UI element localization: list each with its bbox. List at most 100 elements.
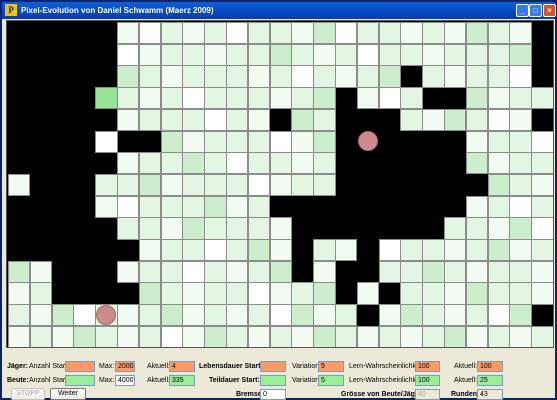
stopp-button[interactable]: STOPP [11, 388, 45, 400]
board-cell [531, 260, 553, 283]
board-cell [269, 217, 292, 240]
board-cell [160, 87, 183, 110]
board-cell [8, 260, 31, 283]
board-cell [29, 282, 53, 305]
board-cell [182, 217, 205, 240]
board-cell [378, 325, 401, 347]
board-cell [160, 282, 183, 305]
board-cell [204, 43, 227, 66]
board-cell [226, 325, 249, 347]
lebensdauer-variation-field[interactable]: 5 [318, 361, 344, 372]
board-cell [226, 173, 249, 197]
teildauer-start-field[interactable] [260, 375, 286, 386]
board-cell [531, 152, 553, 175]
lebensdauer-variation-label: Variation: [292, 363, 322, 370]
board-cell [356, 87, 380, 110]
jaeger-aktuell-field: 4 [169, 361, 195, 372]
board-cell [95, 173, 118, 197]
board-cell [160, 43, 183, 66]
close-button[interactable]: × [543, 4, 556, 17]
board-cell [531, 239, 553, 262]
jaeger-aktuell-label: Aktuell: [147, 363, 170, 370]
board-cell [400, 282, 423, 305]
board-cell [487, 108, 510, 132]
beute-max-field[interactable]: 4000 [115, 375, 135, 386]
board-cell [509, 43, 532, 66]
board-cell [531, 217, 553, 240]
board-cell [378, 43, 401, 66]
lebensdauer-lern-field[interactable]: 100 [415, 361, 440, 372]
board-cell [138, 195, 162, 218]
board-cell [291, 43, 314, 66]
lebensdauer-start-field[interactable] [260, 361, 286, 372]
board-cell [509, 217, 532, 240]
board-cell [247, 282, 271, 305]
board-cell [291, 304, 314, 327]
bremse-field[interactable]: 0 [260, 389, 286, 400]
beute-anzahl-start-field[interactable] [65, 375, 95, 386]
weiter-button[interactable]: Weiter [50, 388, 86, 400]
board-cell [335, 239, 358, 262]
board-cell [465, 22, 489, 45]
board-cell [487, 282, 510, 305]
board-cell [160, 130, 183, 153]
board-cell [182, 130, 205, 153]
board-cell [8, 282, 31, 305]
jaeger-max-field[interactable]: 2000 [115, 361, 135, 372]
maximize-button[interactable]: □ [529, 4, 542, 17]
board-cell [356, 43, 380, 66]
teildauer-variation-label: Variation: [292, 377, 322, 384]
board-cell [29, 260, 53, 283]
minimize-button[interactable]: _ [516, 4, 529, 17]
board-cell [378, 22, 401, 45]
teildauer-lern-field[interactable]: 100 [415, 375, 440, 386]
board-cell [117, 325, 140, 347]
board-cell [400, 108, 423, 132]
board-cell [182, 239, 205, 262]
board-cell [204, 152, 227, 175]
title-bar[interactable]: P Pixel-Evolution von Daniel Schwamm (Ma… [2, 2, 556, 19]
board-cell [509, 195, 532, 218]
board-cell [444, 217, 467, 240]
board-cell [117, 217, 140, 240]
board-cell [204, 325, 227, 347]
board-cell [313, 304, 336, 327]
board-cell [138, 152, 162, 175]
teildauer-aktuell-field: 25 [477, 375, 503, 386]
board-cell [400, 239, 423, 262]
board-cell [509, 260, 532, 283]
jaeger-anzahl-label: Anzahl Start: [29, 363, 70, 370]
board-cell [444, 325, 467, 347]
board-cell [335, 325, 358, 347]
board-cell [531, 130, 553, 153]
board-cell [138, 260, 162, 283]
board-cell [487, 65, 510, 88]
board-cell [422, 304, 445, 327]
board-cell [465, 43, 489, 66]
board-cell [378, 87, 401, 110]
board-cell [138, 173, 162, 197]
board-cell [465, 217, 489, 240]
board-cell [247, 152, 271, 175]
teildauer-variation-field[interactable]: 5 [318, 375, 344, 386]
board-cell [160, 152, 183, 175]
board-cell [95, 87, 118, 110]
board-cell [117, 108, 140, 132]
board-cell [269, 260, 292, 283]
board-cell [8, 304, 31, 327]
board-cell [269, 43, 292, 66]
board-cell [182, 22, 205, 45]
board-cell [487, 217, 510, 240]
board-cell [117, 173, 140, 197]
board-cell [400, 22, 423, 45]
board-cell [226, 282, 249, 305]
board-cell [400, 325, 423, 347]
board-cell [291, 130, 314, 153]
board-cell [422, 282, 445, 305]
jaeger-anzahl-start-field[interactable] [65, 361, 95, 372]
board-cell [422, 108, 445, 132]
board-cell [465, 239, 489, 262]
lebensdauer-label: Lebensdauer Start: [199, 363, 263, 370]
board-cell [247, 304, 271, 327]
board-cell [226, 152, 249, 175]
